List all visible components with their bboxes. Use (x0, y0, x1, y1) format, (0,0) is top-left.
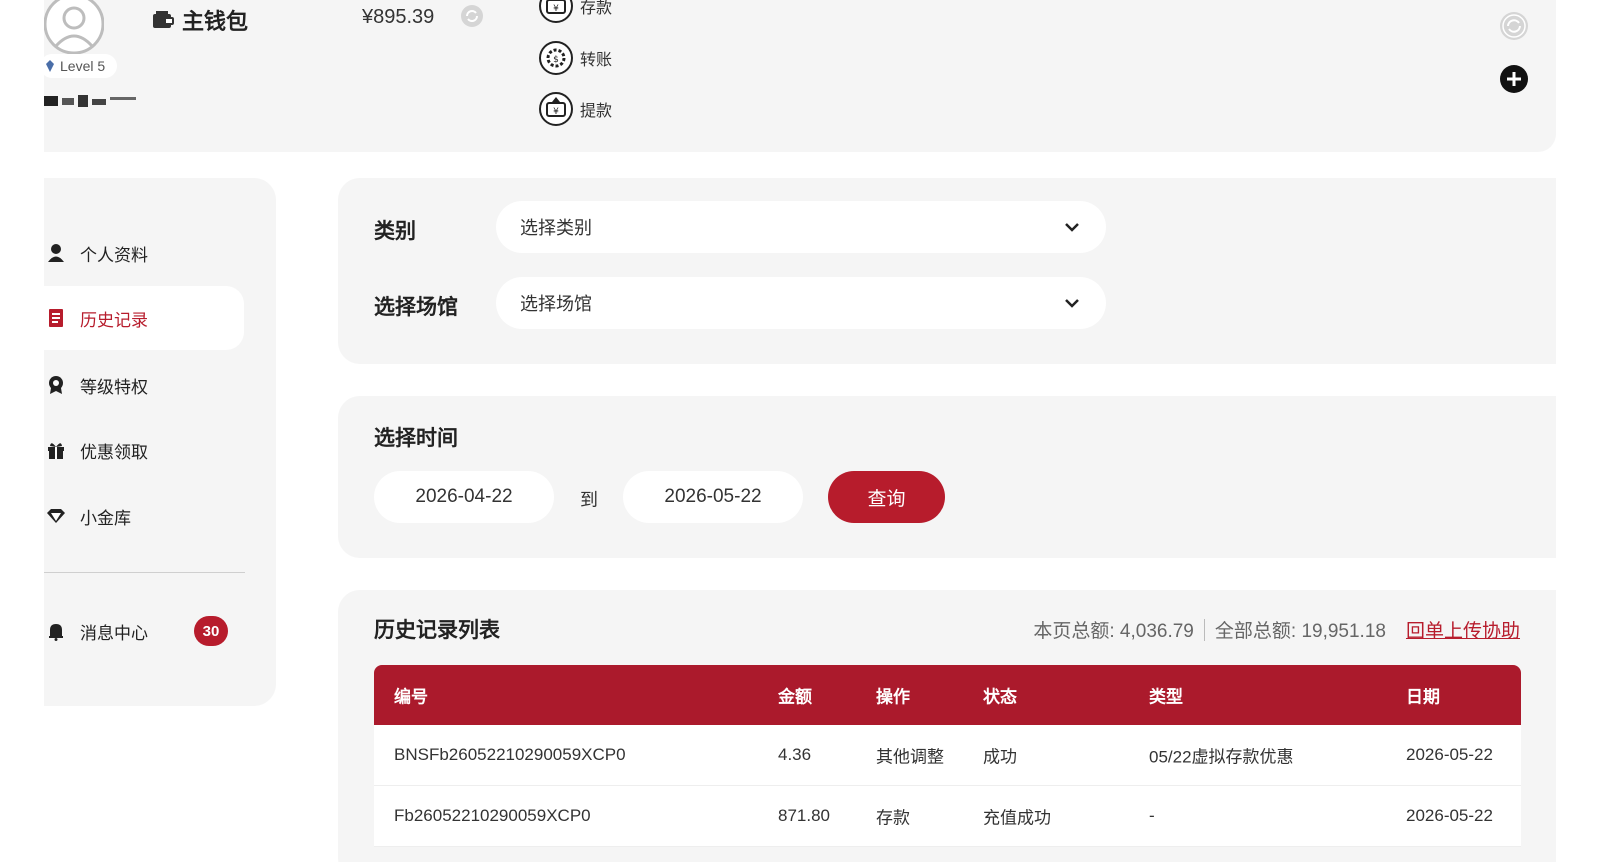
cell-id: BNSFb26052210290059XCP0 (394, 745, 626, 764)
diamond-icon (47, 509, 65, 523)
username-masked (44, 95, 136, 107)
user-icon (48, 244, 64, 262)
table-row[interactable]: BNSFb26052210290059XCP0 4.36 其他调整 成功 05/… (374, 725, 1521, 786)
bell-icon (49, 624, 63, 641)
totals-divider (1203, 618, 1205, 641)
column-header-operation: 操作 (876, 687, 910, 707)
cell-amount: 871.80 (778, 806, 830, 825)
end-date-input[interactable]: 2026-05-22 (623, 471, 803, 523)
history-list-title: 历史记录列表 (374, 619, 500, 642)
chevron-down-icon (1065, 299, 1079, 308)
sidebar-item-label: 历史记录 (80, 310, 148, 330)
history-list-card: 历史记录列表 本页总额: 4,036.79 全部总额: 19,951.18 回单… (338, 590, 1556, 862)
table-header: 编号 金额 操作 状态 类型 日期 (374, 665, 1521, 725)
wallet-balance: ¥895.39 (362, 6, 435, 28)
sidebar-divider (44, 572, 245, 573)
sidebar-item-label: 优惠领取 (80, 442, 148, 462)
category-label: 类别 (374, 220, 416, 243)
sidebar-item-profile[interactable]: 个人资料 (44, 221, 244, 285)
column-header-amount: 金额 (778, 687, 812, 707)
venue-select[interactable]: 选择场馆 (496, 277, 1106, 329)
document-icon (49, 309, 63, 327)
venue-select-value: 选择场馆 (520, 294, 592, 314)
column-header-status: 状态 (983, 687, 1017, 707)
deposit-label: 存款 (580, 0, 613, 17)
time-label: 选择时间 (374, 427, 458, 450)
sidebar-item-label: 消息中心 (80, 623, 148, 643)
wallet-icon (153, 11, 174, 28)
filter-card: 类别 选择类别 选择场馆 选择场馆 (338, 178, 1556, 364)
level-label: Level 5 (60, 58, 106, 74)
wallet-title-text: 主钱包 (182, 9, 249, 34)
sidebar-item-history[interactable]: 历史记录 (44, 286, 244, 350)
chevron-down-icon (1065, 223, 1079, 232)
deposit-button[interactable]: ¥ 存款 (538, 0, 612, 24)
sidebar-item-messages[interactable]: 消息中心 30 (44, 599, 244, 663)
refresh-icon[interactable] (460, 4, 484, 28)
sidebar-item-vip[interactable]: 等级特权 (44, 353, 244, 417)
withdraw-label: 提款 (580, 103, 613, 120)
transfer-button[interactable]: $ 转账 (538, 40, 612, 76)
unread-count-badge: 30 (194, 616, 228, 646)
cell-operation: 其他调整 (876, 747, 944, 767)
category-select-value: 选择类别 (520, 218, 592, 238)
sidebar: 个人资料 历史记录 等级特权 优惠领取 小金库 消息中心 30 (44, 178, 276, 706)
column-header-date: 日期 (1406, 687, 1440, 707)
sidebar-item-promotions[interactable]: 优惠领取 (44, 418, 244, 482)
date-range-separator: 到 (580, 490, 598, 510)
table-row[interactable]: Fb26052210290059XCP0 871.80 存款 充值成功 - 20… (374, 786, 1521, 847)
cell-amount: 4.36 (778, 745, 812, 764)
all-total: 全部总额: 19,951.18 (1214, 621, 1386, 642)
query-button[interactable]: 查询 (828, 471, 945, 523)
svg-text:¥: ¥ (553, 4, 559, 14)
gift-icon (48, 443, 64, 459)
svg-text:$: $ (553, 55, 559, 65)
refresh-all-icon[interactable] (1499, 11, 1529, 41)
page-total: 本页总额: 4,036.79 (1033, 621, 1194, 642)
cell-date: 2026-05-22 (1406, 745, 1493, 764)
category-select[interactable]: 选择类别 (496, 201, 1106, 253)
avatar-icon[interactable] (44, 0, 104, 56)
medal-icon (49, 376, 63, 394)
cell-status: 充值成功 (983, 808, 1051, 828)
transfer-icon: $ (539, 41, 573, 75)
column-header-id: 编号 (394, 687, 428, 707)
sidebar-item-label: 小金库 (80, 508, 131, 528)
withdraw-icon: ¥ (539, 92, 573, 126)
gem-icon (46, 60, 54, 72)
level-badge: Level 5 (40, 54, 118, 78)
sidebar-item-vault[interactable]: 小金库 (44, 484, 244, 548)
cell-id: Fb26052210290059XCP0 (394, 806, 591, 825)
transfer-label: 转账 (580, 52, 613, 69)
cell-type: - (1149, 806, 1155, 825)
cell-status: 成功 (983, 747, 1017, 767)
column-header-type: 类型 (1149, 687, 1183, 707)
receipt-upload-link[interactable]: 回单上传协助 (1406, 616, 1520, 643)
svg-text:¥: ¥ (553, 107, 559, 117)
wallet-panel: Level 5 主钱包 ¥895.39 ¥ 存款 $ 转账 ¥ 提款 (40, 0, 1556, 152)
history-table: 编号 金额 操作 状态 类型 日期 BNSFb26052210290059XCP… (374, 665, 1521, 847)
cell-operation: 存款 (876, 808, 910, 828)
sidebar-item-label: 等级特权 (80, 377, 148, 397)
totals-summary: 本页总额: 4,036.79 全部总额: 19,951.18 回单上传协助 (1033, 616, 1520, 643)
cell-date: 2026-05-22 (1406, 806, 1493, 825)
withdraw-button[interactable]: ¥ 提款 (538, 91, 612, 127)
time-filter-card: 选择时间 2026-04-22 到 2026-05-22 查询 (338, 396, 1556, 558)
sidebar-item-label: 个人资料 (80, 245, 148, 265)
add-wallet-icon[interactable] (1499, 64, 1529, 94)
deposit-icon: ¥ (539, 0, 573, 23)
venue-label: 选择场馆 (374, 296, 458, 319)
cell-type: 05/22虚拟存款优惠 (1149, 747, 1294, 767)
main-wallet-title: 主钱包 (152, 4, 248, 36)
start-date-input[interactable]: 2026-04-22 (374, 471, 554, 523)
